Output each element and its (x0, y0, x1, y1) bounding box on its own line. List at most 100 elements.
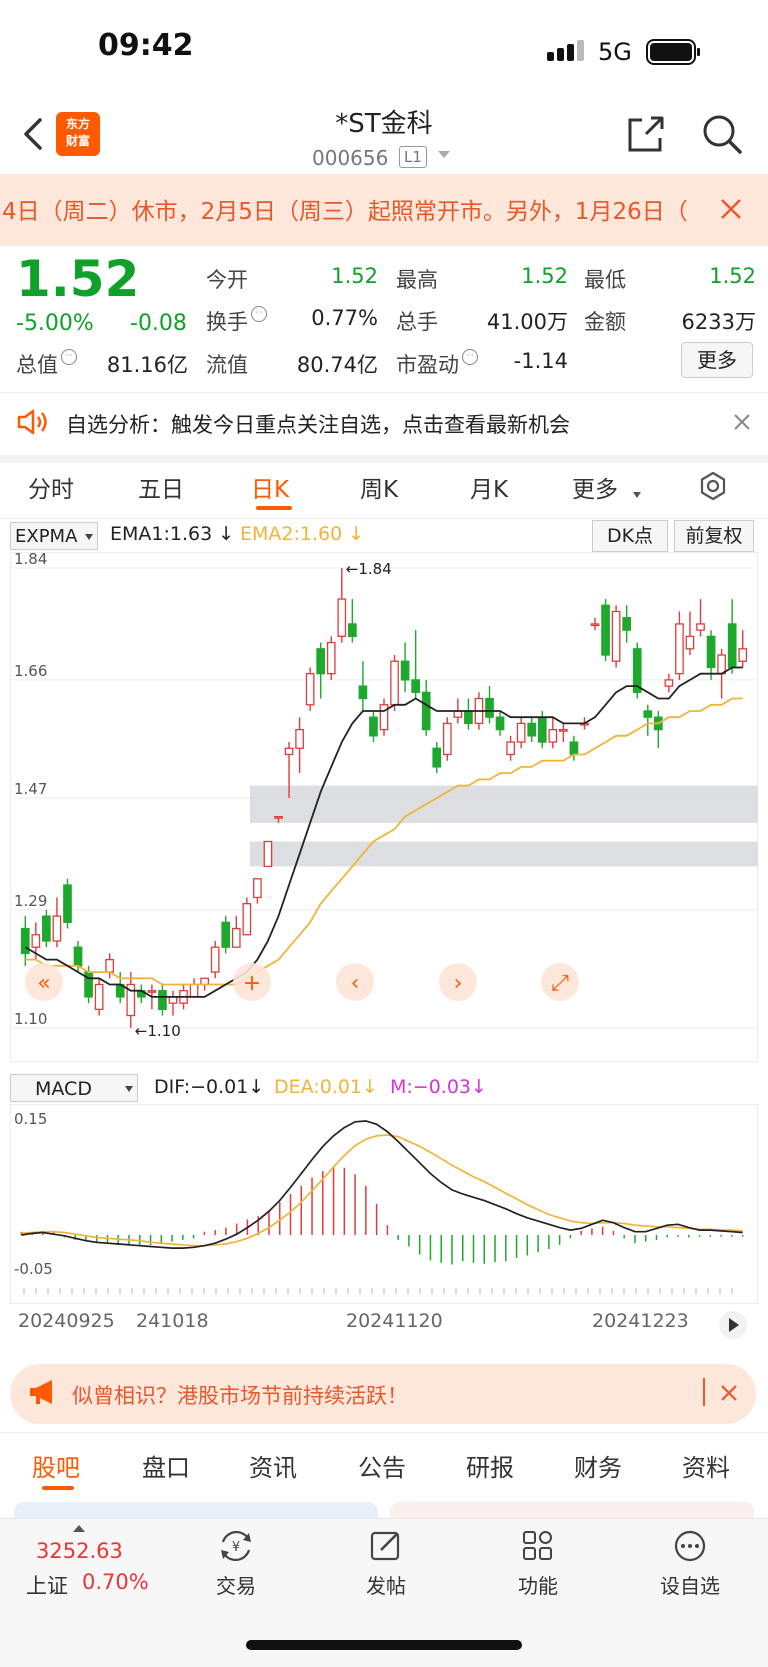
chevron-down-icon (85, 534, 93, 540)
ema1-value: EMA1:1.63 ↓ (110, 523, 234, 545)
rewind-icon[interactable]: « (25, 963, 63, 1001)
quote-label-open: 今开 (206, 268, 248, 292)
y-tick-label: 0.15 (14, 1110, 47, 1128)
adjust-button[interactable]: 前复权 (674, 520, 754, 552)
active-tab-indicator (42, 1486, 74, 1490)
candle-body (537, 716, 547, 743)
candle-body (189, 983, 199, 998)
play-icon[interactable] (718, 1310, 748, 1340)
tab-announcements[interactable]: 公告 (358, 1448, 406, 1483)
gear-icon[interactable] (697, 470, 729, 502)
dk-point-button[interactable]: DK点 (592, 520, 668, 552)
candle-body (548, 728, 558, 743)
candle-body (717, 654, 726, 675)
add-watchlist-button[interactable]: 设自选 (640, 1528, 740, 1604)
index-percent[interactable]: 0.70% (82, 1570, 149, 1594)
close-icon[interactable] (732, 412, 752, 432)
notice-bar[interactable]: 4日（周二）休市，2月5日（周三）起照常开市。另外，1月26日（ (0, 174, 768, 246)
candle-body (274, 815, 283, 819)
add-watchlist-label: 设自选 (660, 1574, 720, 1598)
info-icon[interactable]: ··· (462, 349, 478, 365)
active-tab-indicator (256, 506, 292, 510)
indicator-select[interactable]: EXPMA (10, 522, 98, 550)
quote-label-low: 最低 (584, 268, 626, 292)
candle-body (105, 958, 115, 973)
quote-label-amount: 金额 (584, 310, 626, 334)
function-button[interactable]: 功能 (488, 1528, 588, 1604)
chevron-left-icon[interactable]: ‹ (336, 963, 374, 1001)
tab-research[interactable]: 研报 (466, 1448, 514, 1483)
macd-select[interactable]: MACD (10, 1074, 138, 1102)
max-price-label: ←1.84 (346, 560, 392, 578)
chevron-right-icon[interactable]: › (439, 963, 477, 1001)
trade-button[interactable]: ¥ 交易 (186, 1528, 286, 1604)
tab-financials[interactable]: 财务 (574, 1448, 622, 1483)
tab-profile[interactable]: 资料 (682, 1448, 730, 1483)
signal-icon (547, 40, 584, 61)
close-icon[interactable] (716, 194, 746, 224)
candle-body (52, 915, 62, 942)
macd-chart[interactable]: 0.15 -0.05 (10, 1104, 758, 1304)
post-button[interactable]: 发帖 (336, 1528, 436, 1604)
promo-text[interactable]: 似曾相识？港股市场节前持续活跃！ (72, 1380, 408, 1410)
candle-body (442, 722, 452, 756)
candle-body (696, 623, 705, 631)
home-indicator (246, 1640, 522, 1650)
index-value[interactable]: 3252.63 (36, 1539, 123, 1563)
arrow-down-icon: ↓ (248, 1076, 265, 1098)
share-icon[interactable] (624, 112, 668, 156)
tab-more[interactable]: 更多 (572, 470, 618, 504)
more-button[interactable]: 更多 (681, 342, 753, 378)
svg-text:‹: ‹ (351, 971, 360, 996)
candle-body (253, 878, 262, 899)
candle-body (664, 679, 674, 687)
candle-body (569, 741, 579, 756)
chevron-up-icon[interactable] (73, 1525, 85, 1532)
network-label: 5G (598, 38, 632, 66)
candle-body (305, 673, 315, 706)
quote-value-low: 1.52 (709, 264, 756, 288)
candle-body (485, 697, 494, 718)
candle-body (527, 722, 537, 737)
tab-five-day[interactable]: 五日 (138, 470, 184, 504)
plus-icon[interactable]: + (233, 963, 271, 1001)
quote-label-high: 最高 (396, 268, 438, 292)
add-watchlist-icon (674, 1530, 706, 1562)
candle-body (559, 728, 568, 732)
info-icon[interactable]: ··· (251, 306, 267, 322)
candle-body (284, 747, 294, 756)
candle-body (453, 710, 463, 718)
tab-intraday[interactable]: 分时 (28, 470, 74, 504)
search-icon[interactable] (700, 112, 744, 156)
macd-m: M:−0.03↓ (390, 1076, 487, 1098)
level-badge[interactable]: L1 (399, 146, 427, 168)
quote-value-pe: -1.14 (513, 349, 568, 373)
candlestick-chart[interactable]: 1.84 1.66 1.47 1.29 1.10 ←1.84 ←1.10 « + ‹ › ⤢ (10, 552, 758, 1062)
info-icon[interactable]: ··· (61, 349, 77, 365)
quote-value-volume: 41.00万 (486, 310, 568, 334)
post-icon (370, 1531, 400, 1561)
index-name[interactable]: 上证 (26, 1570, 68, 1600)
chevron-down-icon[interactable] (633, 492, 641, 498)
expand-icon[interactable]: ⤢ (541, 963, 579, 1001)
y-tick-label: 1.47 (14, 780, 47, 798)
quote-label-pe: 市盈动 ··· (396, 349, 478, 379)
tab-monthly-k[interactable]: 月K (470, 470, 508, 504)
candle-body (358, 685, 368, 700)
close-icon[interactable] (720, 1384, 738, 1402)
tab-daily-k[interactable]: 日K (251, 470, 289, 504)
y-tick-label: 1.66 (14, 662, 47, 680)
candle-body (210, 946, 220, 973)
tab-orderbook[interactable]: 盘口 (142, 1448, 190, 1483)
tab-weekly-k[interactable]: 周K (360, 470, 398, 504)
tab-forum[interactable]: 股吧 (32, 1448, 80, 1483)
candle-body (168, 996, 178, 1004)
ema1-text: EMA1:1.63 (110, 523, 213, 545)
hint-text[interactable]: 自选分析：触发今日重点关注自选，点击查看最新机会 (66, 409, 570, 439)
candle-body (94, 983, 104, 1011)
candle-body (411, 679, 420, 693)
tab-news[interactable]: 资讯 (249, 1448, 297, 1483)
date-tick: 20241120 (346, 1310, 443, 1332)
chevron-down-icon[interactable] (438, 151, 450, 158)
change-amount: -0.08 (130, 311, 187, 336)
